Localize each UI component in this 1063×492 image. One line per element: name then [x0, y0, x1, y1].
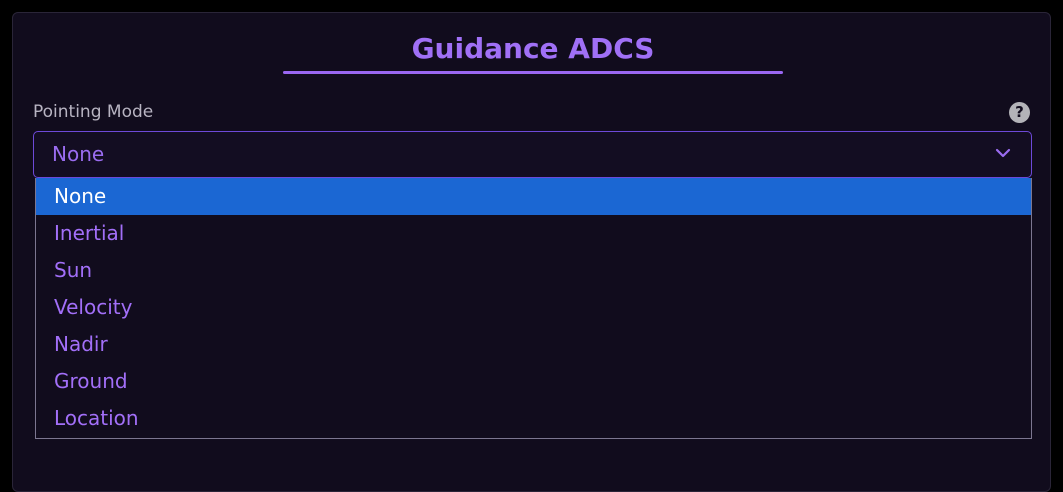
option-inertial[interactable]: Inertial — [36, 215, 1031, 252]
option-velocity[interactable]: Velocity — [36, 289, 1031, 326]
option-sun[interactable]: Sun — [36, 252, 1031, 289]
option-nadir[interactable]: Nadir — [36, 326, 1031, 363]
pointing-mode-select[interactable]: None — [33, 131, 1032, 178]
panel-title: Guidance ADCS — [411, 32, 655, 65]
pointing-mode-selected-value: None — [52, 142, 105, 166]
guidance-adcs-panel: Guidance ADCS Pointing Mode ? None None … — [12, 12, 1051, 492]
option-ground[interactable]: Ground — [36, 363, 1031, 400]
pointing-mode-dropdown-list: None Inertial Sun Velocity Nadir Ground … — [35, 178, 1032, 439]
option-location[interactable]: Location — [36, 400, 1031, 437]
pointing-mode-label: Pointing Mode — [33, 102, 154, 122]
title-underline — [283, 71, 783, 74]
chevron-down-icon — [995, 148, 1011, 158]
option-none[interactable]: None — [36, 178, 1031, 215]
help-icon[interactable]: ? — [1009, 102, 1030, 123]
